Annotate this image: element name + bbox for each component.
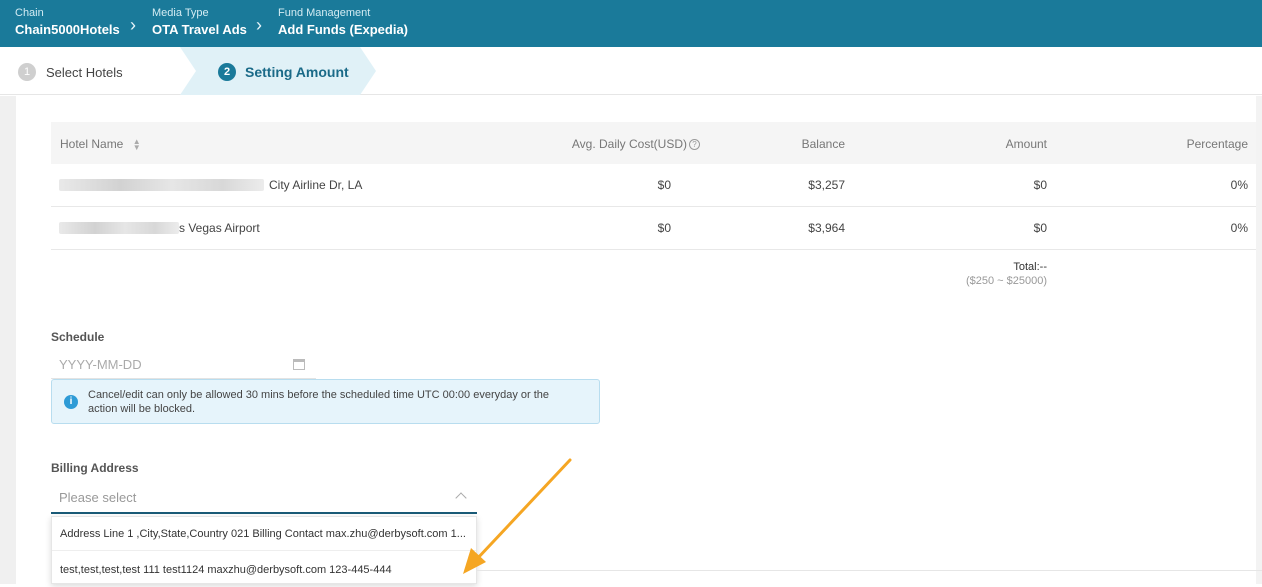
annotation-arrow-icon <box>463 458 572 574</box>
